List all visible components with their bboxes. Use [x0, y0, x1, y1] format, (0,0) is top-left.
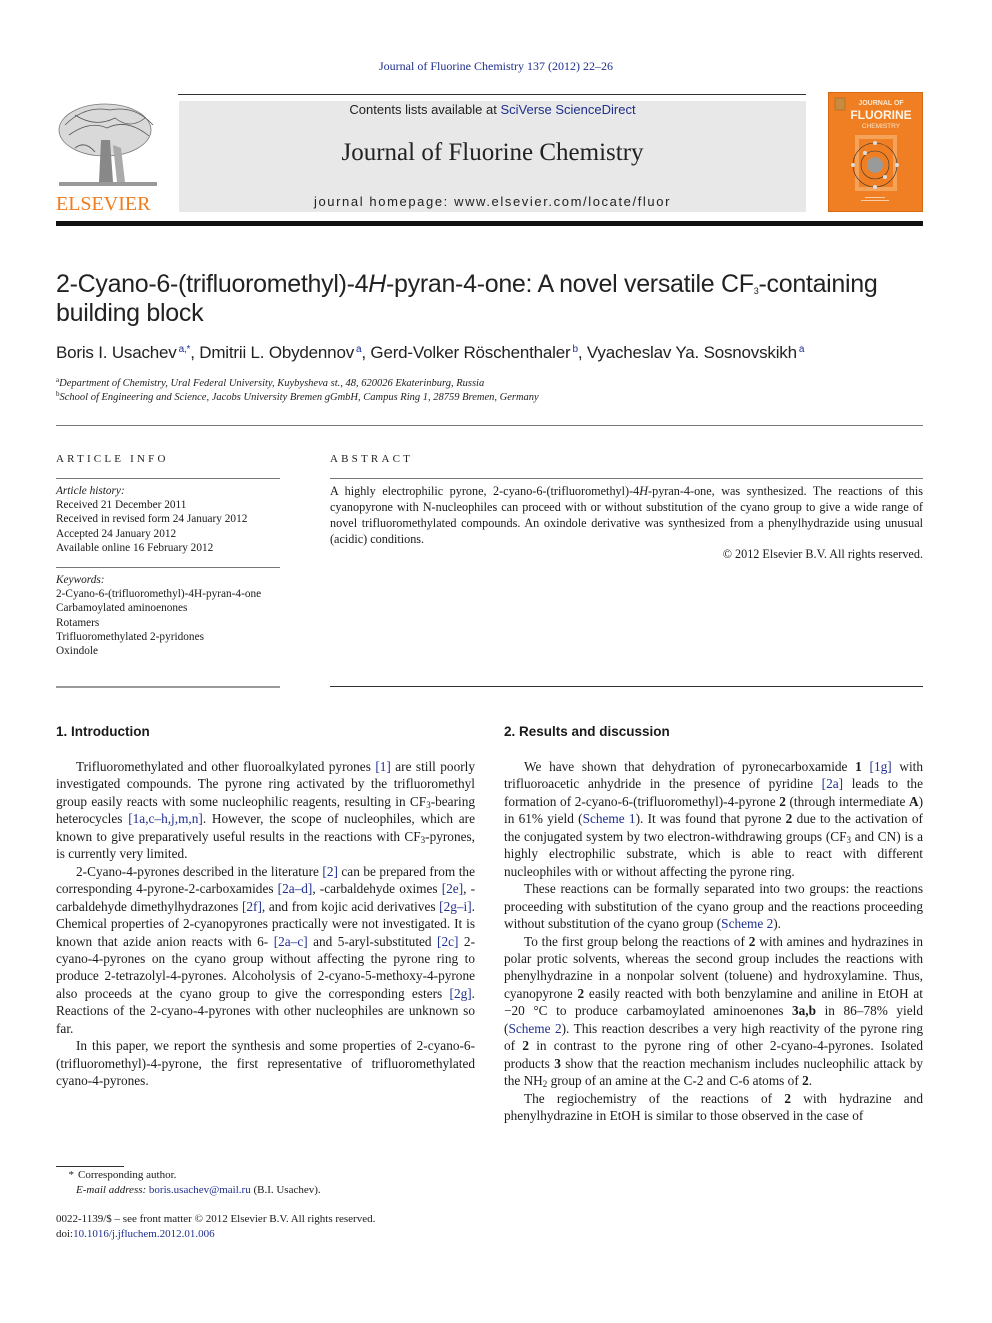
- paragraph: In this paper, we report the synthesis a…: [56, 1038, 475, 1089]
- author-affiliation-link[interactable]: a,*: [179, 344, 191, 355]
- journal-homepage[interactable]: journal homepage: www.elsevier.com/locat…: [179, 194, 806, 209]
- article-history: Article history: Received 21 December 20…: [56, 484, 286, 555]
- header-thick-rule: [56, 221, 923, 226]
- affiliation: aDepartment of Chemistry, Ural Federal U…: [56, 376, 485, 389]
- keyword: Rotamers: [56, 616, 100, 629]
- scheme-link[interactable]: Scheme 1: [583, 811, 636, 826]
- cover-line-2: FLUORINE: [850, 108, 911, 122]
- reference-link[interactable]: [2a–d]: [278, 881, 313, 896]
- paragraph: Trifluoromethylated and other fluoroalky…: [56, 759, 475, 862]
- paragraph: 2-Cyano-4-pyrones described in the liter…: [56, 863, 476, 1036]
- journal-citation[interactable]: Journal of Fluorine Chemistry 137 (2012)…: [0, 59, 992, 74]
- issn-doi: 0022-1139/$ – see front matter © 2012 El…: [56, 1213, 376, 1240]
- email-link[interactable]: boris.usachev@mail.ru: [149, 1184, 251, 1196]
- elsevier-wordmark: ELSEVIER: [56, 193, 151, 215]
- divider: [330, 686, 923, 687]
- footnote: * Corresponding author. E-mail address: b…: [56, 1168, 476, 1197]
- author: Boris I. Usachev: [56, 343, 177, 362]
- sciencedirect-link[interactable]: SciVerse ScienceDirect: [500, 102, 635, 117]
- affiliation: bSchool of Engineering and Science, Jaco…: [56, 390, 539, 403]
- article-info-heading: ARTICLE INFO: [56, 453, 169, 465]
- author: Vyacheslav Ya. Sosnovskikh: [586, 343, 797, 362]
- keyword: 2-Cyano-6-(trifluoromethyl)-4H-pyran-4-o…: [56, 588, 262, 601]
- paragraph: These reactions can be formally separate…: [504, 881, 923, 932]
- author-affiliation-link[interactable]: a: [799, 344, 805, 355]
- divider: [56, 478, 280, 479]
- scheme-link[interactable]: Scheme 2: [508, 1021, 561, 1036]
- paragraph: To the first group belong the reactions …: [504, 933, 923, 1090]
- reference-link[interactable]: [1a,c–h,j,m,n]: [128, 811, 203, 826]
- footnote-marker: *: [68, 1169, 75, 1181]
- paragraph: We have shown that dehydration of pyrone…: [504, 759, 924, 879]
- reference-link[interactable]: [1]: [375, 759, 391, 774]
- keyword: Oxindole: [56, 645, 99, 658]
- contents-line: Contents lists available at SciVerse Sci…: [179, 102, 806, 117]
- paragraph: The regiochemistry of the reactions of 2…: [504, 1090, 923, 1124]
- introduction-body: Trifluoromethylated and other fluoroalky…: [56, 758, 475, 1090]
- results-body: We have shown that dehydration of pyrone…: [504, 758, 923, 1125]
- cover-image: JOURNAL OF FLUORINE CHEMISTRY: [834, 97, 912, 201]
- divider: [56, 567, 280, 568]
- tree-icon: [58, 103, 157, 186]
- article-title: 2-Cyano-6-(trifluoromethyl)-4H-pyran-4-o…: [56, 270, 878, 327]
- scheme-link[interactable]: Scheme 2: [721, 916, 773, 931]
- reference-link[interactable]: [2a–c]: [274, 934, 308, 949]
- cover-line-1: JOURNAL OF: [858, 100, 904, 107]
- reference-link[interactable]: [2c]: [437, 934, 458, 949]
- abstract-copyright: © 2012 Elsevier B.V. All rights reserved…: [722, 547, 923, 561]
- author: Gerd-Volker Röschenthaler: [370, 343, 571, 362]
- reference-link[interactable]: [2a]: [822, 776, 843, 791]
- divider: [330, 478, 923, 479]
- history-item: Accepted 24 January 2012: [56, 527, 177, 540]
- keywords: Keywords: 2-Cyano-6-(trifluoromethyl)-4H…: [56, 573, 276, 658]
- section-heading-results: 2. Results and discussion: [504, 724, 670, 739]
- email-label: E-mail address:: [76, 1183, 147, 1196]
- history-label: Article history:: [56, 485, 125, 497]
- header-rule: [178, 94, 806, 95]
- history-item: Received 21 December 2011: [56, 499, 187, 512]
- reference-link[interactable]: [2g–i]: [439, 899, 472, 914]
- divider: [56, 686, 280, 688]
- reference-link[interactable]: [1g]: [870, 759, 892, 774]
- cover-line-3: CHEMISTRY: [862, 123, 901, 130]
- reference-link[interactable]: [2g]: [450, 986, 472, 1001]
- corresponding-author-note: Corresponding author.: [78, 1169, 177, 1181]
- reference-link[interactable]: [2]: [322, 864, 338, 879]
- footnote-rule: [56, 1166, 124, 1167]
- divider: [56, 425, 923, 426]
- author-list: Boris I. Usachev a,*, Dmitrii L. Obydenno…: [56, 343, 805, 362]
- reference-link[interactable]: [2e]: [442, 881, 463, 896]
- author-affiliation-link[interactable]: a: [356, 344, 362, 355]
- history-item: Available online 16 February 2012: [56, 541, 214, 554]
- journal-cover: JOURNAL OF FLUORINE CHEMISTRY: [828, 92, 923, 212]
- section-heading-introduction: 1. Introduction: [56, 724, 150, 739]
- contents-prefix: Contents lists available at: [349, 102, 501, 117]
- journal-name: Journal of Fluorine Chemistry: [341, 139, 644, 166]
- keyword: Carbamoylated aminoenones: [56, 602, 188, 615]
- doi-link[interactable]: 10.1016/j.jfluchem.2012.01.006: [73, 1228, 214, 1240]
- history-item: Received in revised form 24 January 2012: [56, 513, 248, 526]
- reference-link[interactable]: [2f]: [242, 899, 262, 914]
- abstract-text: A highly electrophilic pyrone, 2-cyano-6…: [330, 484, 923, 546]
- keyword: Trifluoromethylated 2-pyridones: [56, 630, 204, 643]
- abstract-heading: ABSTRACT: [330, 453, 414, 465]
- issn-line: 0022-1139/$ – see front matter © 2012 El…: [56, 1213, 376, 1225]
- keywords-label: Keywords:: [56, 574, 105, 586]
- author-affiliation-link[interactable]: b: [572, 344, 578, 355]
- author: Dmitrii L. Obydennov: [199, 343, 354, 362]
